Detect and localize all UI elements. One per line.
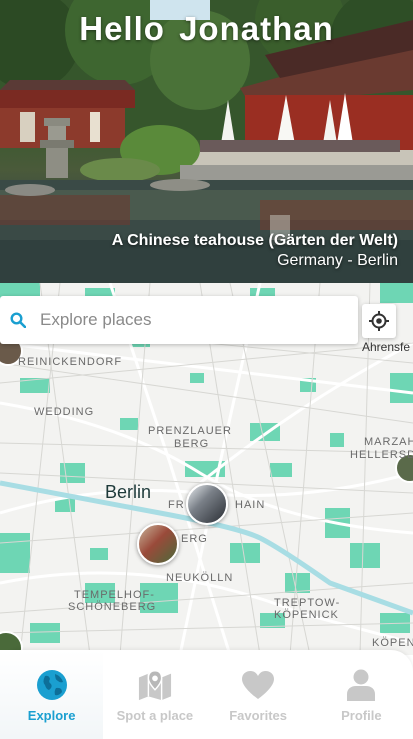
district-label-kopenick: KÖPENICK	[274, 609, 339, 621]
district-label-prenzlauer-berg: BERG	[174, 438, 210, 450]
district-label-tempelhof: TEMPELHOF-	[74, 589, 155, 601]
globe-icon	[35, 668, 69, 702]
map-pin-icon	[138, 668, 172, 702]
search-bar[interactable]	[0, 296, 358, 344]
locate-button[interactable]	[362, 304, 396, 338]
place-marker-2[interactable]	[137, 523, 179, 565]
nav-label-profile: Profile	[341, 708, 382, 723]
nav-label-spot-a-place: Spot a place	[116, 708, 194, 723]
district-label-friedrichshain-end: HAIN	[235, 499, 266, 511]
district-label-neukolln: NEUKÖLLN	[166, 572, 234, 584]
place-title[interactable]: A Chinese teahouse (Gärten der Welt)	[112, 232, 398, 250]
search-input[interactable]	[38, 309, 332, 331]
photo-caption: A Chinese teahouse (Gärten der Welt) Ger…	[112, 232, 398, 270]
city-label: Berlin	[105, 482, 152, 502]
district-label-hellersdorf: HELLERSDO	[350, 449, 413, 461]
nav-item-explore[interactable]: Explore	[0, 650, 104, 739]
district-label-prenzlauer: PRENZLAUER	[148, 425, 232, 437]
hero-banner: Hello Jonathan A Chinese teahouse (Gärte…	[0, 0, 413, 283]
heart-icon	[241, 668, 275, 702]
user-icon	[344, 668, 378, 702]
district-label-friedrichshain: FR	[168, 499, 185, 511]
place-location: Germany - Berlin	[277, 252, 398, 269]
district-label-kopenick-east: KÖPEN	[372, 637, 413, 649]
district-label-reinickendorf: REINICKENDORF	[18, 356, 123, 368]
district-label-schoneberg: SCHÖNEBERG	[68, 601, 157, 613]
district-label-marzahn: MARZAH	[364, 436, 413, 448]
nav-label-explore: Explore	[27, 708, 76, 723]
nav-item-profile[interactable]: Profile	[310, 650, 413, 739]
bottom-navigation: Explore Spot a place Favorites Profile	[0, 650, 413, 739]
nav-item-favorites[interactable]: Favorites	[207, 650, 310, 739]
greeting-title: Hello Jonathan	[79, 10, 334, 47]
search-icon	[10, 312, 27, 329]
district-label-kreuzberg-end: ERG	[181, 533, 208, 545]
nav-item-spot-a-place[interactable]: Spot a place	[103, 650, 206, 739]
place-marker-1[interactable]	[186, 483, 228, 525]
district-label-wedding: WEDDING	[34, 406, 95, 418]
place-label-ahrensfelde: Ahrensfe	[362, 340, 411, 354]
district-label-treptow: TREPTOW-	[274, 597, 341, 609]
nav-label-favorites: Favorites	[229, 708, 288, 723]
crosshair-icon	[369, 311, 389, 331]
